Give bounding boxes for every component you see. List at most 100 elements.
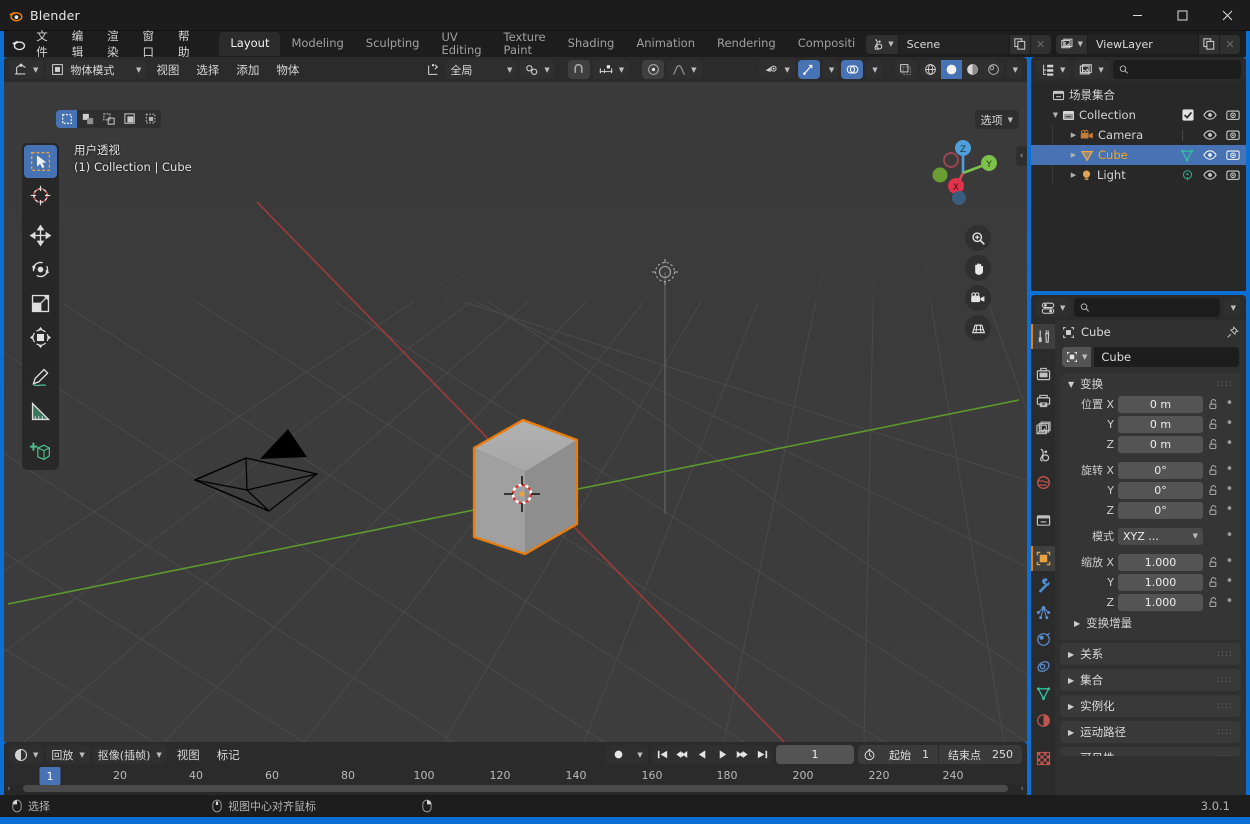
animate-dot-icon[interactable]: • <box>1224 417 1235 430</box>
add-cube-tool-icon[interactable] <box>24 435 57 468</box>
properties-tab-render[interactable] <box>1031 362 1055 387</box>
mesh-data-icon[interactable] <box>1180 149 1194 162</box>
shading-rendered-button[interactable] <box>983 60 1004 79</box>
animate-dot-icon[interactable]: • <box>1224 555 1235 568</box>
rotation-x-field[interactable]: 0° <box>1118 461 1203 479</box>
camera-render-icon[interactable] <box>1226 109 1240 121</box>
viewport-sidebar-toggle[interactable]: ‹ <box>1016 146 1027 166</box>
pivot-point-dropdown[interactable]: ▼ <box>520 60 555 79</box>
object-browse-button[interactable]: ▼ <box>1062 347 1092 367</box>
relations-panel[interactable]: ▶ 关系 :::: <box>1060 643 1241 665</box>
keying-menu[interactable]: 抠像(插帧) ▼ <box>92 745 167 764</box>
select-subtract-button[interactable] <box>98 110 119 128</box>
transform-pivot-icon[interactable] <box>424 60 442 79</box>
viewport-canvas[interactable]: 选项 ▼ 用户透视 (1) Collection | Cube Z Y X ‹ <box>4 82 1027 742</box>
current-frame-field[interactable]: 1 <box>776 745 854 764</box>
outliner-editor-type-button[interactable]: ▼ <box>1036 60 1071 79</box>
eye-icon[interactable] <box>1203 129 1217 141</box>
pin-icon[interactable] <box>1226 325 1239 339</box>
move-tool-icon[interactable] <box>24 219 57 252</box>
next-keyframe-button[interactable] <box>732 745 752 764</box>
panel-expand-icon[interactable]: ▼ <box>1068 380 1074 389</box>
playback-menu[interactable]: 回放 ▼ <box>46 745 90 764</box>
lock-icon[interactable] <box>1207 484 1220 496</box>
timeline-expand-right-icon[interactable]: ‹ <box>1020 784 1027 794</box>
tab-layout[interactable]: Layout <box>219 32 281 56</box>
frame-end-field[interactable]: 结束点 250 <box>938 745 1022 764</box>
eye-icon[interactable] <box>1203 109 1217 121</box>
viewport-menu-view[interactable]: 视图 <box>149 60 186 80</box>
scene-unlink-button[interactable]: ✕ <box>1029 34 1051 54</box>
expand-triangle-icon[interactable]: ▶ <box>1067 171 1080 179</box>
rotate-tool-icon[interactable] <box>24 253 57 286</box>
lock-icon[interactable] <box>1207 464 1220 476</box>
blender-menu-icon[interactable] <box>8 37 28 52</box>
gizmo-settings-dropdown[interactable]: ▼ <box>822 60 839 79</box>
animate-dot-icon[interactable]: • <box>1224 437 1235 450</box>
camera-render-icon[interactable] <box>1226 169 1240 181</box>
shading-material-button[interactable] <box>962 60 983 79</box>
lock-icon[interactable] <box>1207 556 1220 568</box>
properties-tab-tool[interactable] <box>1031 324 1055 349</box>
object-name-field[interactable]: Cube <box>1094 347 1239 367</box>
snap-magnet-icon[interactable] <box>567 60 590 79</box>
previous-keyframe-button[interactable] <box>672 745 692 764</box>
maximize-button[interactable] <box>1160 0 1205 31</box>
tweak-tool-icon[interactable] <box>24 145 57 178</box>
light-data-icon[interactable] <box>1181 169 1194 182</box>
timeline-horizontal-scrollbar[interactable] <box>22 785 1009 792</box>
viewlayer-unlink-button[interactable]: ✕ <box>1219 34 1241 54</box>
transform-panel-header[interactable]: ▼ 变换 :::: <box>1060 373 1241 395</box>
timeline-ruler[interactable]: 20 40 60 80 100 120 140 160 180 200 220 … <box>4 767 1027 785</box>
camera-render-icon[interactable] <box>1226 149 1240 161</box>
properties-search-box[interactable] <box>1074 298 1220 317</box>
expand-triangle-icon[interactable]: ▶ <box>1067 131 1080 139</box>
scene-new-button[interactable] <box>1008 34 1030 54</box>
scale-x-field[interactable]: 1.000 <box>1118 553 1203 571</box>
minimize-button[interactable] <box>1115 0 1160 31</box>
shading-wireframe-button[interactable] <box>920 60 941 79</box>
jump-to-start-button[interactable] <box>652 745 672 764</box>
properties-tab-data[interactable] <box>1031 681 1055 706</box>
animate-dot-icon[interactable]: • <box>1224 575 1235 588</box>
viewlayer-name[interactable]: ViewLayer <box>1088 34 1199 54</box>
location-x-field[interactable]: 0 m <box>1118 395 1203 413</box>
tab-compositing[interactable]: Compositi <box>787 32 867 56</box>
play-reverse-button[interactable] <box>692 745 712 764</box>
outliner-search-box[interactable] <box>1112 60 1241 79</box>
delta-transform-subpanel[interactable]: ▶ 变换增量 <box>1066 613 1235 633</box>
outliner-row-camera[interactable]: ▶ Camera <box>1031 125 1246 145</box>
timeline-body[interactable]: 20 40 60 80 100 120 140 160 180 200 220 … <box>4 767 1027 795</box>
animate-dot-icon[interactable]: • <box>1224 529 1235 542</box>
properties-tab-material[interactable] <box>1031 708 1055 733</box>
properties-tab-scene[interactable] <box>1031 443 1055 468</box>
ortho-persp-icon[interactable] <box>965 315 991 341</box>
timeline-menu-view[interactable]: 视图 <box>170 745 207 765</box>
select-set-button[interactable] <box>56 110 77 128</box>
timeline-editor-type-button[interactable]: ▼ <box>9 745 44 764</box>
properties-tab-output[interactable] <box>1031 389 1055 414</box>
instancing-panel[interactable]: ▶ 实例化 :::: <box>1060 695 1241 717</box>
collection-checkbox[interactable] <box>1182 109 1194 121</box>
tab-animation[interactable]: Animation <box>625 32 706 56</box>
tab-shading[interactable]: Shading <box>557 32 626 56</box>
outliner-filter-button[interactable]: ▼ <box>1074 60 1109 79</box>
properties-options-dropdown[interactable]: ▼ <box>1223 298 1241 317</box>
shading-solid-button[interactable] <box>940 60 962 79</box>
outliner-row-collection[interactable]: ▼ Collection <box>1031 105 1246 125</box>
animate-dot-icon[interactable]: • <box>1224 503 1235 516</box>
transform-orientation-dropdown[interactable]: 全局 ▼ <box>445 60 518 79</box>
scene-name[interactable]: Scene <box>898 34 1009 54</box>
animate-dot-icon[interactable]: • <box>1224 397 1235 410</box>
timeline-playhead[interactable]: 1 <box>39 767 61 785</box>
lock-icon[interactable] <box>1207 504 1220 516</box>
camera-icon[interactable] <box>965 285 991 311</box>
falloff-dropdown[interactable]: ▼ <box>667 60 702 79</box>
zoom-icon[interactable] <box>965 225 991 251</box>
measure-tool-icon[interactable] <box>24 395 57 428</box>
viewlayer-browse-button[interactable]: ▼ <box>1055 34 1089 54</box>
properties-tab-object[interactable] <box>1031 546 1055 571</box>
eye-icon[interactable] <box>1203 149 1217 161</box>
outliner-search-input[interactable] <box>1133 63 1235 76</box>
play-button[interactable] <box>712 745 732 764</box>
